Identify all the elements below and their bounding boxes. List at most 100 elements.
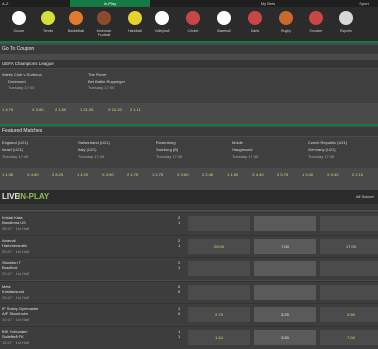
sport-handball[interactable]: Handball [121,9,149,39]
team-name: Switzerland (U21) [78,140,110,145]
live-odds-button[interactable] [188,216,250,231]
tab-in-play[interactable]: In-Play [70,0,150,7]
sport-label: Darts [250,29,260,33]
featured-odds-button[interactable]: 1 1.50 [227,169,250,180]
sport-esports[interactable]: Esports [332,9,360,39]
live-match-row[interactable]: Metz Kristiansund 25:47 · 1st Half 0 0 [0,281,378,304]
featured-odds-button[interactable]: X 3.40 [327,169,350,180]
team-name: Germany (U21) [308,147,336,152]
featured-odds-button[interactable]: 2 1.75 [127,169,150,180]
team-name: Czech Republic (U21) [308,140,348,145]
featured-match[interactable]: Molde Haugesund Tuesday 17:45 [232,139,302,160]
snooker-icon [309,11,323,25]
sport-label: Cricket [187,29,199,33]
featured-odds-button[interactable]: 2 8.25 [52,169,75,180]
sport-rugby[interactable]: Rugby [272,9,300,39]
featured-odds-button[interactable]: 1 4.20 [77,169,100,180]
go-to-coupon-header[interactable]: Go To Coupon [0,45,378,54]
featured-match[interactable]: England (U21) Israel (U21) Tuesday 17:45 [2,139,72,160]
a-z-link[interactable]: A-Z [0,0,24,7]
live-match-row[interactable]: Arsenal Hammersmith 30:47 · 1st Half 2 1 29.0… [0,235,378,258]
live-odds-button[interactable] [188,285,250,300]
ucl-odds-button[interactable]: 2 1.50 [55,104,79,115]
darts-icon [248,11,262,25]
live-odds-button[interactable] [254,261,316,276]
ucl-odds-button[interactable]: 1 4.75 [2,104,26,115]
live-odds-button[interactable] [320,285,378,300]
sport-snooker[interactable]: Snooker [302,9,330,39]
live-odds-button[interactable] [320,216,378,231]
ucl-odds-button[interactable]: X 10.20 [108,104,132,115]
featured-odds-button[interactable]: 2 5.75 [277,169,300,180]
sport-label: Basketball [67,29,85,33]
live-odds-button[interactable] [320,261,378,276]
live-odds-button[interactable]: 2.75 [188,307,250,322]
live-match-row[interactable]: IF Sosby Gymnaster AIF Stockholm 10:47 · 1… [0,303,378,326]
featured-odds-button[interactable]: 2 2.45 [202,169,225,180]
featured-odds-button[interactable]: 1 3.40 [302,169,325,180]
team-name: Kristiansund [2,289,25,294]
live-odds-button[interactable]: 1.44 [188,330,250,345]
featured-odds-button[interactable]: X 3.60 [177,169,200,180]
ucl-team-b1[interactable]: The Rover [88,72,107,77]
live-odds-button[interactable] [254,285,316,300]
ucl-row: Atletic Club v Dortmun Dortmund Tuesday … [0,69,378,103]
ucl-team-a1[interactable]: Atletic Club v Dortmun [2,72,42,77]
live-odds-button[interactable] [188,261,250,276]
team-name: Israel (U21) [2,147,23,152]
sport-label: American Football [96,29,112,37]
sport-darts[interactable]: Darts [241,9,269,39]
ucl-odds-button[interactable]: 2 1.11 [130,104,154,115]
featured-odds-button[interactable]: 1 1.36 [2,169,25,180]
sport-tennis[interactable]: Tennis [34,9,62,39]
team-name: Rosenborg [156,140,176,145]
ucl-odds-button[interactable]: X 3.60 [32,104,56,115]
live-match-row[interactable]: BIK Yxhunden Sollefteå FK 15:47 · 1st Half… [0,326,378,349]
tab-my-bets[interactable]: My Bets [228,0,308,7]
featured-match[interactable]: Czech Republic (U21) Germany (U21) Tuesday… [308,139,378,160]
featured-odds-button[interactable]: 2 2.10 [352,169,375,180]
sport-baseball[interactable]: Baseball [210,9,238,39]
sport-soccer[interactable]: Soccer [5,9,33,39]
all-soccer-link[interactable]: All Soccer [356,194,374,199]
sport-label: Tennis [42,29,54,33]
live-odds-button[interactable]: 17.00 [320,239,378,254]
live-odds-button[interactable]: 7.00 [254,239,316,254]
sport-link[interactable]: Sport [352,0,376,7]
featured-match[interactable]: Rosenborg Salzburg (B) Tuesday 17:45 [156,139,226,160]
score: 0 [178,289,181,294]
baseball-icon [217,11,231,25]
live-odds-button[interactable]: 3.50 [254,330,316,345]
sport-basketball[interactable]: Basketball [62,9,90,39]
featured-header[interactable]: Featured Matches [0,127,378,136]
match-clock: 30:47 · 1st Half [2,249,30,254]
live-odds-button[interactable]: 7.00 [320,330,378,345]
sport-label: Snooker [309,29,323,33]
featured-odds-button[interactable]: X 4.40 [252,169,275,180]
ucl-odds-button[interactable]: 1 21.25 [80,104,104,115]
live-odds-button[interactable]: 3.25 [254,307,316,322]
featured-odds-button[interactable]: 1 2.75 [152,169,175,180]
ucl-team-a2[interactable]: Dortmund [8,79,26,84]
live-odds-button[interactable] [254,216,316,231]
team-name: AIF Stockholm [2,311,29,316]
sport-american-football[interactable]: American Football [90,9,118,39]
live-match-row[interactable]: Kristal Kata Bandirma US 35:47 · 1st Half 2… [0,212,378,235]
featured-odds-button[interactable]: X 4.00 [102,169,125,180]
ucl-header[interactable]: UEFA Champions League [0,60,378,68]
top-nav-bar: A-Z In-Play My Bets Sport [0,0,378,7]
team-name: Hammersmith [2,243,27,248]
sport-cricket[interactable]: Cricket [179,9,207,39]
team-name: Sollefteå FK [2,334,24,339]
in-play-title: IN-PLAY [18,192,50,201]
featured-match[interactable]: Switzerland (U21) Italy (U21) Tuesday 17:4… [78,139,148,160]
live-odds-button[interactable]: 2.50 [320,307,378,322]
sport-volleyball[interactable]: Volleyball [148,9,176,39]
cricket-icon [186,11,200,25]
featured-odds-button[interactable]: X 4.60 [27,169,50,180]
live-match-row[interactable]: Stockton T Bradford 20:47 · 1st Half 2 1 [0,257,378,280]
ucl-team-b2[interactable]: Bet Battle Ruppeiger [88,79,125,84]
match-time: Tuesday 17:45 [78,154,105,159]
live-odds-button[interactable]: 29.00 [188,239,250,254]
live-columns [0,204,378,210]
